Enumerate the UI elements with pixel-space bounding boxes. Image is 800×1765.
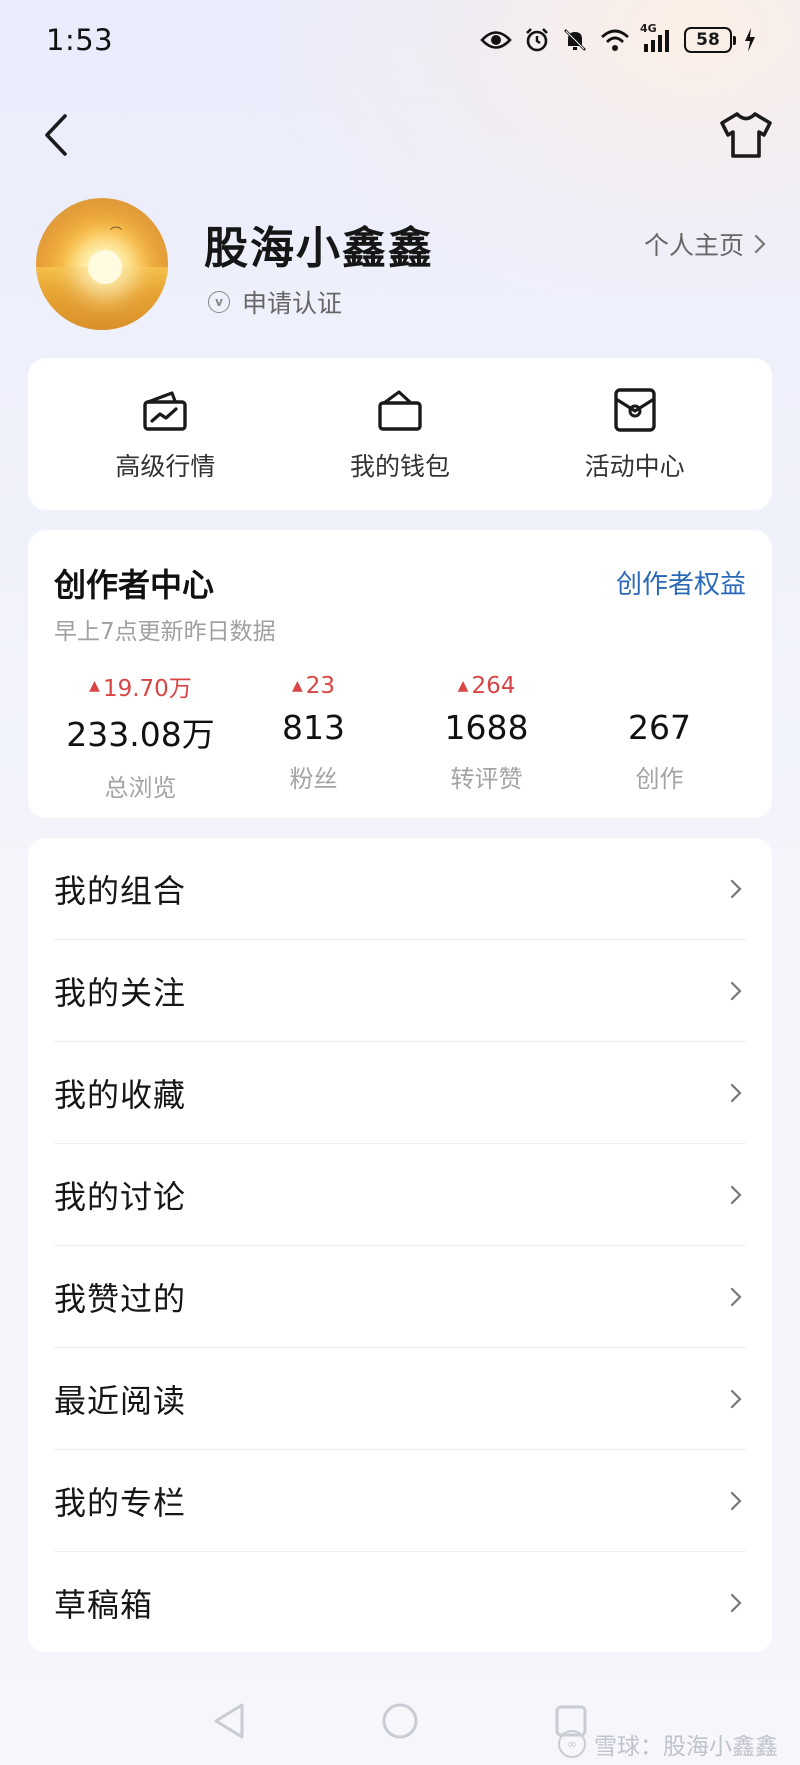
watermark-text: 雪球：股海小鑫鑫: [594, 1734, 778, 1760]
up-triangle-icon: ▲: [457, 678, 469, 694]
username: 股海小鑫鑫: [204, 223, 434, 274]
menu-item-label: 我的专栏: [54, 1483, 187, 1522]
theme-button[interactable]: [716, 110, 776, 160]
stat-delta-value: 264: [471, 673, 516, 699]
verify-label: 申请认证: [242, 289, 343, 318]
menu-item-favorites[interactable]: 我的收藏: [54, 1042, 746, 1144]
top-bar: [0, 100, 800, 170]
up-triangle-icon: ▲: [89, 678, 100, 694]
stat-engagement[interactable]: ▲ 264 1688 转评赞: [400, 670, 573, 803]
creator-stats: ▲ 19.70万 233.08万 总浏览 ▲ 23 813 粉丝 ▲ 264 1688…: [54, 670, 746, 803]
nav-back-button[interactable]: [204, 1696, 254, 1746]
up-triangle-icon: ▲: [291, 678, 303, 694]
menu-item-label: 我的讨论: [54, 1177, 187, 1216]
chevron-right-icon: [726, 1389, 746, 1409]
nav-home-icon: [382, 1703, 418, 1739]
status-time: 1:53: [46, 23, 114, 57]
menu-item-label: 最近阅读: [54, 1381, 187, 1420]
stat-delta: ▲ 264: [458, 670, 516, 702]
menu-item-columns[interactable]: 我的专栏: [54, 1450, 746, 1552]
status-icons: 4G 58: [480, 22, 756, 53]
stat-label: 总浏览: [104, 774, 177, 802]
quick-action-wallet[interactable]: 我的钱包: [300, 385, 500, 483]
menu-list-card: 我的组合 我的关注 我的收藏 我的讨论 我赞过的 最近阅读 我的专栏 草稿箱: [28, 838, 772, 1652]
menu-item-portfolio[interactable]: 我的组合: [54, 838, 746, 940]
back-arrow-icon: [45, 114, 67, 156]
chevron-right-icon: [726, 879, 746, 899]
menu-item-liked[interactable]: 我赞过的: [54, 1246, 746, 1348]
creator-center-subtitle: 早上7点更新昨日数据: [54, 619, 276, 645]
stat-delta-value: 23: [305, 673, 336, 699]
homepage-link[interactable]: 个人主页: [644, 226, 766, 262]
chevron-right-icon: [726, 1083, 746, 1103]
creator-benefits-link[interactable]: 创作者权益: [616, 564, 746, 601]
chevron-right-icon: [726, 1287, 746, 1307]
creator-center-card: 创作者中心 创作者权益 早上7点更新昨日数据 ▲ 19.70万 233.08万 总…: [28, 530, 772, 818]
avatar[interactable]: ⌒: [36, 198, 168, 330]
stat-followers[interactable]: ▲ 23 813 粉丝: [227, 670, 400, 803]
status-bar: 1:53 4G 58: [0, 0, 800, 80]
stat-delta: ▲ 19.70万: [89, 670, 192, 702]
stat-label: 粉丝: [289, 765, 338, 793]
nav-back-icon: [214, 1703, 244, 1739]
battery-level: 58: [696, 30, 720, 50]
homepage-label: 个人主页: [643, 231, 744, 260]
menu-item-drafts[interactable]: 草稿箱: [54, 1552, 746, 1654]
chevron-right-icon: [726, 1593, 746, 1613]
quick-action-market[interactable]: 高级行情: [65, 385, 265, 483]
menu-item-label: 草稿箱: [54, 1586, 154, 1624]
wallet-icon: [375, 385, 425, 435]
stat-delta-value: 19.70万: [102, 676, 192, 702]
menu-item-following[interactable]: 我的关注: [54, 940, 746, 1042]
gift-box-icon: [610, 385, 660, 435]
menu-item-label: 我赞过的: [54, 1279, 187, 1318]
quick-action-events[interactable]: 活动中心: [535, 385, 735, 483]
chevron-right-icon: [726, 1491, 746, 1511]
back-button[interactable]: [36, 110, 76, 160]
quick-action-label: 活动中心: [584, 452, 685, 481]
stat-value: 267: [628, 708, 691, 747]
bell-off-icon: [562, 27, 588, 53]
menu-item-recent-reading[interactable]: 最近阅读: [54, 1348, 746, 1450]
quick-action-label: 我的钱包: [349, 452, 450, 481]
wifi-icon: [600, 28, 630, 52]
verify-link[interactable]: v 申请认证: [208, 284, 342, 320]
battery-icon: 58: [684, 27, 736, 53]
avatar-bird: ⌒: [110, 226, 123, 240]
avatar-sun: [88, 250, 122, 284]
stat-label: 转评赞: [450, 765, 523, 793]
creator-center-title: 创作者中心: [54, 566, 215, 604]
stat-value: 233.08万: [66, 715, 215, 754]
snowball-logo-icon: ∞: [558, 1730, 586, 1758]
stat-creations[interactable]: 267 创作: [573, 670, 746, 803]
watermark: ∞ 雪球：股海小鑫鑫: [558, 1727, 778, 1761]
menu-item-label: 我的组合: [54, 871, 187, 910]
stat-value: 1688: [444, 708, 529, 747]
eye-icon: [480, 29, 512, 51]
nav-home-button[interactable]: [375, 1696, 425, 1746]
tshirt-icon: [720, 112, 772, 158]
chart-box-icon: [140, 385, 190, 435]
chevron-right-icon: [726, 981, 746, 1001]
quick-action-label: 高级行情: [115, 452, 216, 481]
menu-item-label: 我的收藏: [54, 1075, 187, 1114]
stat-label: 创作: [635, 765, 684, 793]
profile-header: ⌒ 股海小鑫鑫 v 申请认证 个人主页: [36, 196, 766, 336]
stat-value: 813: [282, 708, 345, 747]
alarm-icon: [524, 27, 550, 53]
signal-icon: 4G: [640, 22, 672, 52]
verify-badge-icon: v: [208, 291, 230, 313]
stat-total-views[interactable]: ▲ 19.70万 233.08万 总浏览: [54, 670, 227, 803]
network-type: 4G: [640, 22, 657, 35]
chevron-right-icon: [754, 234, 766, 254]
chevron-right-icon: [726, 1185, 746, 1205]
menu-item-label: 我的关注: [54, 973, 187, 1012]
quick-actions-card: 高级行情 我的钱包 活动中心: [28, 358, 772, 510]
charging-icon: [744, 28, 756, 52]
stat-delta: ▲ 23: [292, 670, 335, 702]
menu-item-discussions[interactable]: 我的讨论: [54, 1144, 746, 1246]
